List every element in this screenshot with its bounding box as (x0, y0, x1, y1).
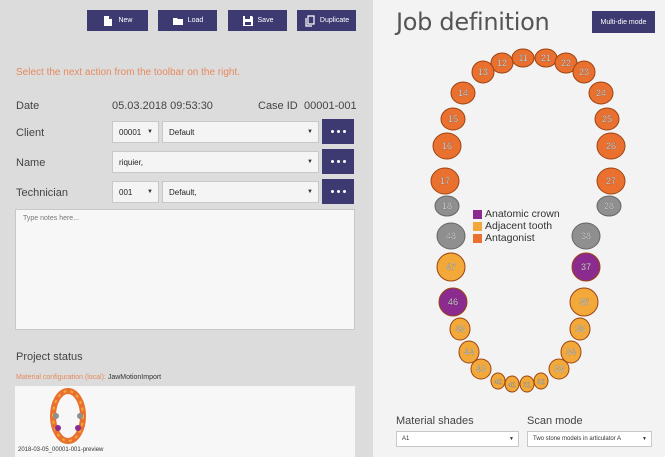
chevron-down-icon: ▼ (307, 129, 313, 135)
job-definition-title: Job definition (396, 8, 550, 36)
tooth-label-11: 11 (518, 53, 527, 63)
tooth-label-38: 38 (581, 231, 591, 241)
save-button[interactable]: Save (228, 10, 287, 31)
name-dropdown[interactable]: riquier, ▼ (112, 151, 319, 173)
technician-label: Technician (16, 187, 68, 199)
tooth-label-13: 13 (478, 67, 488, 77)
client-name-value: Default (169, 127, 195, 137)
name-more-button[interactable] (322, 149, 354, 174)
tooth-label-36: 36 (579, 297, 589, 307)
tooth-label-25: 25 (602, 114, 612, 124)
legend-swatch-antagonist (473, 233, 482, 243)
chevron-down-icon: ▼ (642, 436, 647, 442)
scan-mode-label: Scan mode (527, 415, 583, 427)
date-label: Date (16, 100, 40, 112)
tooth-label-16: 16 (442, 141, 452, 151)
load-button-label: Load (187, 17, 204, 24)
tooth-label-47: 47 (446, 262, 456, 272)
save-button-label: Save (257, 17, 274, 24)
chevron-down-icon: ▼ (307, 159, 313, 165)
client-label: Client (16, 127, 45, 139)
name-label: Name (16, 157, 46, 169)
tooth-label-17: 17 (440, 176, 450, 186)
tooth-label-18: 18 (442, 201, 452, 211)
technician-code-dropdown[interactable]: 001 ▼ (112, 181, 159, 203)
tooth-label-12: 12 (497, 58, 507, 68)
case-id-value: 00001-001 (304, 100, 357, 112)
material-shades-label: Material shades (396, 415, 474, 427)
date-value: 05.03.2018 09:53:30 (112, 100, 213, 112)
tooth-label-33: 33 (554, 364, 564, 374)
technician-name-value: Default, (169, 187, 197, 197)
legend-swatch-crown (473, 209, 482, 219)
chevron-down-icon: ▼ (147, 189, 153, 195)
name-value: riquier, (119, 157, 144, 167)
tooth-label-45: 45 (455, 324, 465, 334)
legend-item-anatomic-crown: Anatomic crown (473, 208, 560, 220)
load-button[interactable]: Load (158, 10, 217, 31)
scan-mode-value: Two stone models in articulator A (533, 436, 622, 442)
technician-more-button[interactable] (322, 179, 354, 204)
client-code-value: 00001 (119, 127, 142, 137)
chevron-down-icon: ▼ (509, 436, 514, 442)
tooth-label-24: 24 (596, 88, 606, 98)
new-file-icon (104, 15, 113, 26)
multi-die-mode-button[interactable]: Multi-die mode (592, 11, 655, 33)
new-button-label: New (118, 17, 133, 24)
tooth-label-37: 37 (581, 262, 591, 272)
project-status-title: Project status (16, 351, 83, 363)
jaw-preview-thumbnail[interactable] (48, 386, 88, 446)
legend-item-antagonist: Antagonist (473, 232, 560, 244)
tooth-label-43: 43 (476, 364, 486, 374)
new-button[interactable]: New (87, 10, 148, 31)
tooth-label-31: 31 (523, 382, 531, 389)
tooth-label-26: 26 (606, 141, 616, 151)
tooth-label-46: 46 (448, 297, 458, 307)
tooth-label-22: 22 (561, 58, 571, 68)
tooth-label-48: 48 (446, 231, 456, 241)
multi-die-mode-label: Multi-die mode (600, 18, 647, 26)
scan-mode-dropdown[interactable]: Two stone models in articulator A ▼ (527, 431, 652, 447)
instruction-hint: Select the next action from the toolbar … (16, 67, 241, 78)
client-name-dropdown[interactable]: Default ▼ (162, 121, 319, 143)
tooth-label-41: 41 (508, 382, 516, 389)
material-config-value: JawMotionImport (107, 374, 162, 381)
legend-swatch-adjacent (473, 221, 482, 231)
tooth-label-44: 44 (464, 347, 474, 357)
client-code-dropdown[interactable]: 00001 ▼ (112, 121, 159, 143)
duplicate-button-label: Duplicate (319, 17, 350, 24)
duplicate-button[interactable]: Duplicate (297, 10, 356, 31)
material-config-label: Material configuration (local): (16, 374, 106, 381)
tooth-label-42: 42 (494, 379, 502, 386)
technician-code-value: 001 (119, 187, 133, 197)
material-shades-dropdown[interactable]: A1 ▼ (396, 431, 519, 447)
tooth-label-35: 35 (575, 324, 585, 334)
tooth-label-27: 27 (606, 176, 616, 186)
material-config-line: Material configuration (local): JawMotio… (16, 374, 161, 381)
chevron-down-icon: ▼ (307, 189, 313, 195)
material-shades-value: A1 (402, 436, 410, 442)
tooth-label-15: 15 (448, 114, 458, 124)
chevron-down-icon: ▼ (147, 129, 153, 135)
floppy-disk-icon (242, 15, 253, 26)
duplicate-icon (305, 14, 315, 27)
tooth-label-28: 28 (604, 201, 614, 211)
tooth-label-34: 34 (566, 347, 576, 357)
tooth-label-23: 23 (579, 67, 589, 77)
legend-label-antagonist: Antagonist (485, 232, 535, 244)
folder-icon (172, 17, 183, 25)
preview-caption: 2018-03-05_00001-001-preview (18, 447, 104, 453)
notes-placeholder: Type notes here... (23, 215, 80, 222)
tooth-legend: Anatomic crown Adjacent tooth Antagonist (473, 208, 560, 244)
tooth-label-32: 32 (537, 379, 545, 386)
tooth-label-21: 21 (541, 53, 551, 63)
case-id-label: Case ID (258, 100, 298, 112)
tooth-label-14: 14 (458, 88, 468, 98)
legend-label-crown: Anatomic crown (485, 208, 560, 220)
notes-textarea[interactable]: Type notes here... (15, 209, 355, 330)
legend-label-adjacent: Adjacent tooth (485, 220, 553, 232)
technician-name-dropdown[interactable]: Default, ▼ (162, 181, 319, 203)
legend-item-adjacent-tooth: Adjacent tooth (473, 220, 560, 232)
client-more-button[interactable] (322, 119, 354, 144)
